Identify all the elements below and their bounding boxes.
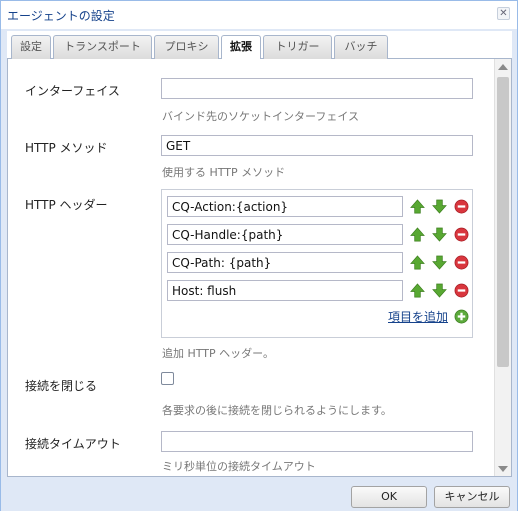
add-icon[interactable] — [454, 309, 469, 324]
http-headers-list: 項目を追加 — [161, 189, 473, 338]
title-bar: エージェントの設定 ✕ — [1, 1, 517, 29]
extended-panel: インターフェイス バインド先のソケットインターフェイス HTTP メソッド 使用… — [7, 59, 512, 477]
connection-timeout-input[interactable] — [161, 431, 473, 452]
scroll-up-icon[interactable] — [498, 64, 508, 70]
arrow-up-icon[interactable] — [410, 199, 425, 214]
http-headers-help: 追加 HTTP ヘッダー。 — [162, 347, 275, 360]
close-connection-label: 接続を閉じる — [25, 379, 98, 393]
arrow-down-icon[interactable] — [432, 227, 447, 242]
http-headers-label: HTTP ヘッダー — [25, 198, 108, 212]
remove-icon[interactable] — [454, 283, 469, 298]
interface-label: インターフェイス — [25, 84, 120, 98]
arrow-down-icon[interactable] — [432, 199, 447, 214]
tab-transport[interactable]: トランスポート — [53, 35, 152, 59]
header-input[interactable] — [167, 224, 403, 245]
header-input[interactable] — [167, 252, 403, 273]
close-icon[interactable]: ✕ — [497, 7, 510, 20]
dialog-title: エージェントの設定 — [7, 9, 115, 23]
connection-timeout-help: ミリ秒単位の接続タイムアウト — [162, 460, 316, 473]
tab-proxy[interactable]: プロキシ — [154, 35, 219, 59]
add-item-link[interactable]: 項目を追加 — [388, 308, 448, 325]
scroll-down-icon[interactable] — [498, 466, 508, 472]
ok-button[interactable]: OK — [351, 486, 427, 508]
header-input[interactable] — [167, 280, 403, 301]
tab-strip: 設定 トランスポート プロキシ 拡張 トリガー バッチ — [7, 31, 512, 60]
remove-icon[interactable] — [454, 255, 469, 270]
tab-triggers[interactable]: トリガー — [263, 35, 332, 59]
interface-input[interactable] — [161, 78, 473, 99]
arrow-up-icon[interactable] — [410, 255, 425, 270]
tab-batch[interactable]: バッチ — [334, 35, 388, 59]
connection-timeout-label: 接続タイムアウト — [25, 437, 121, 451]
http-method-help: 使用する HTTP メソッド — [162, 166, 286, 179]
close-connection-help: 各要求の後に接続を閉じられるようにします。 — [162, 404, 392, 417]
cancel-button[interactable]: キャンセル — [434, 486, 510, 508]
close-connection-checkbox[interactable] — [161, 372, 174, 385]
arrow-down-icon[interactable] — [432, 255, 447, 270]
interface-help: バインド先のソケットインターフェイス — [162, 110, 360, 123]
remove-icon[interactable] — [454, 227, 469, 242]
arrow-up-icon[interactable] — [410, 227, 425, 242]
agent-settings-dialog: エージェントの設定 ✕ 設定 トランスポート プロキシ 拡張 トリガー バッチ … — [0, 0, 518, 511]
tab-settings[interactable]: 設定 — [11, 35, 51, 59]
tab-extended[interactable]: 拡張 — [221, 35, 261, 60]
remove-icon[interactable] — [454, 199, 469, 214]
http-method-input[interactable] — [161, 135, 473, 156]
header-input[interactable] — [167, 196, 403, 217]
arrow-down-icon[interactable] — [432, 283, 447, 298]
dialog-footer: OK キャンセル — [1, 477, 517, 511]
scrollbar[interactable] — [494, 59, 511, 476]
scrollbar-thumb[interactable] — [497, 77, 509, 367]
arrow-up-icon[interactable] — [410, 283, 425, 298]
http-method-label: HTTP メソッド — [25, 141, 108, 155]
